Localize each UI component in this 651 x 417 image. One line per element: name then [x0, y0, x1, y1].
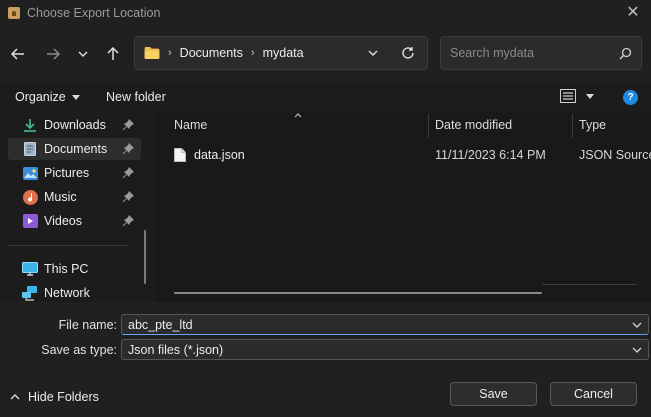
- arrow-up-icon: [107, 46, 119, 60]
- document-icon: [22, 141, 38, 157]
- file-name-input[interactable]: abc_pte_ltd: [121, 314, 649, 335]
- change-view-button[interactable]: [560, 89, 594, 103]
- column-separator[interactable]: [572, 114, 573, 138]
- sidebar-item-documents[interactable]: Documents: [8, 138, 141, 160]
- arrow-left-icon: [10, 48, 24, 60]
- cancel-button[interactable]: Cancel: [550, 382, 637, 406]
- help-icon[interactable]: ?: [623, 90, 638, 105]
- sidebar-scrollbar[interactable]: [144, 230, 146, 284]
- up-button[interactable]: [102, 43, 124, 65]
- sidebar-item-label: This PC: [44, 262, 89, 276]
- chevron-up-icon: [10, 394, 20, 400]
- details-view-icon: [560, 89, 576, 103]
- refresh-button[interactable]: [401, 46, 415, 63]
- sort-ascending-icon: [294, 113, 302, 118]
- file-row[interactable]: data.json 11/11/2023 6:14 PM JSON Source…: [174, 144, 651, 166]
- sidebar-item-music[interactable]: Music: [8, 186, 141, 208]
- search-icon: [619, 47, 632, 60]
- breadcrumb-mydata[interactable]: mydata: [263, 46, 304, 60]
- chevron-down-icon: [632, 347, 642, 353]
- pin-icon[interactable]: [123, 119, 134, 130]
- column-header-type[interactable]: Type: [579, 118, 606, 132]
- arrow-right-icon: [47, 48, 61, 60]
- hide-folders-label: Hide Folders: [28, 390, 99, 404]
- column-separator[interactable]: [428, 114, 429, 138]
- sidebar-item-network[interactable]: Network: [8, 282, 141, 304]
- video-icon: [22, 213, 38, 229]
- music-icon: [22, 189, 38, 205]
- file-icon: [174, 148, 186, 162]
- breadcrumb-separator: ›: [250, 47, 255, 59]
- chevron-down-icon: [78, 51, 88, 57]
- breadcrumb-separator: ›: [168, 47, 172, 59]
- scrollbar-track: [542, 284, 637, 285]
- organize-label: Organize: [15, 90, 66, 104]
- address-dropdown-button[interactable]: [367, 47, 379, 62]
- sidebar-divider: [8, 245, 128, 246]
- save-form: File name: abc_pte_ltd Save as type: Jso…: [0, 302, 651, 417]
- forward-button[interactable]: [42, 43, 64, 65]
- file-name-label: File name:: [58, 318, 117, 332]
- file-date-modified: 11/11/2023 6:14 PM: [435, 148, 546, 162]
- sidebar-item-label: Music: [44, 190, 77, 204]
- folder-icon: [144, 47, 160, 59]
- pin-icon[interactable]: [123, 191, 134, 202]
- sidebar-item-label: Videos: [44, 214, 82, 228]
- sidebar-item-this-pc[interactable]: This PC: [8, 258, 141, 280]
- pin-icon[interactable]: [123, 215, 134, 226]
- close-button[interactable]: ✕: [623, 3, 643, 23]
- save-button[interactable]: Save: [450, 382, 537, 406]
- sidebar-item-videos[interactable]: Videos: [8, 210, 141, 232]
- organize-button[interactable]: Organize: [15, 90, 80, 104]
- horizontal-scrollbar[interactable]: [174, 292, 542, 294]
- navigation-pane: Downloads Documents Pictures Music Video…: [0, 112, 156, 302]
- sidebar-item-pictures[interactable]: Pictures: [8, 162, 141, 184]
- address-bar[interactable]: › Documents › mydata: [134, 36, 428, 70]
- computer-icon: [22, 261, 38, 277]
- column-header-name[interactable]: Name: [174, 118, 207, 132]
- picture-icon: [22, 165, 38, 181]
- sidebar-item-label: Network: [44, 286, 90, 300]
- save-type-value: Json files (*.json): [128, 343, 224, 357]
- pin-icon[interactable]: [123, 143, 134, 154]
- window-title: Choose Export Location: [27, 6, 161, 20]
- save-type-select[interactable]: Json files (*.json): [121, 339, 649, 360]
- save-type-label: Save as type:: [41, 343, 117, 357]
- recent-locations-button[interactable]: [72, 43, 94, 65]
- caret-down-icon: [71, 94, 80, 100]
- new-folder-button[interactable]: New folder: [106, 90, 166, 104]
- sidebar-item-label: Downloads: [44, 118, 106, 132]
- hide-folders-button[interactable]: Hide Folders: [10, 390, 99, 404]
- file-name: data.json: [194, 148, 245, 162]
- file-name-value: abc_pte_ltd: [128, 318, 193, 332]
- chevron-down-icon[interactable]: [632, 321, 642, 329]
- command-bar: Organize New folder ?: [0, 82, 651, 112]
- caret-down-icon: [586, 93, 594, 99]
- search-box[interactable]: Search mydata: [440, 36, 642, 70]
- navigation-bar: › Documents › mydata Search mydata: [0, 26, 651, 82]
- pin-icon[interactable]: [123, 167, 134, 178]
- search-placeholder: Search mydata: [450, 46, 535, 60]
- column-header-date-modified[interactable]: Date modified: [435, 118, 512, 132]
- sidebar-item-label: Documents: [44, 142, 108, 156]
- sidebar-item-label: Pictures: [44, 166, 90, 180]
- chevron-down-icon: [368, 50, 378, 56]
- app-icon: [8, 7, 20, 19]
- breadcrumb-documents[interactable]: Documents: [180, 46, 243, 60]
- file-type: JSON Source File: [579, 148, 651, 162]
- file-list: Name Date modified Type data.json 11/11/…: [156, 112, 651, 302]
- back-button[interactable]: [7, 43, 29, 65]
- refresh-icon: [402, 47, 414, 59]
- sidebar-item-downloads[interactable]: Downloads: [8, 114, 141, 136]
- download-icon: [22, 117, 38, 133]
- network-icon: [22, 285, 38, 301]
- title-bar: Choose Export Location ✕: [0, 0, 651, 26]
